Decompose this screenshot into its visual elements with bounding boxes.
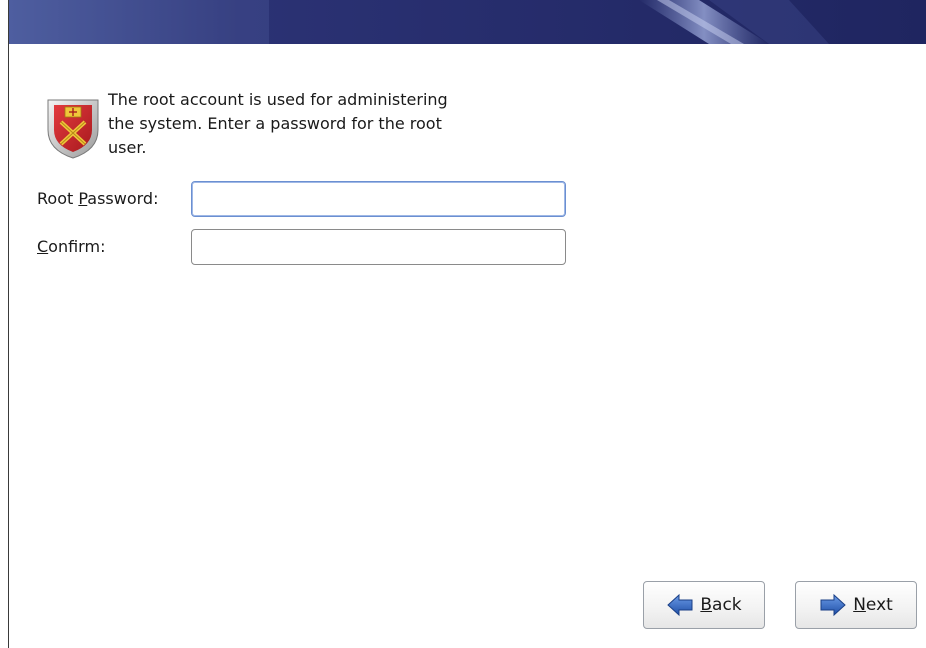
- installer-window: The root account is used for administeri…: [0, 0, 926, 648]
- back-button-rest: ack: [712, 595, 742, 615]
- right-arrow-icon: [820, 593, 846, 617]
- shield-icon: [47, 99, 99, 159]
- confirm-label-mnemonic: C: [37, 237, 49, 256]
- confirm-label: Confirm:: [37, 237, 105, 257]
- left-arrow-icon: [667, 593, 693, 617]
- back-button-mnemonic: B: [700, 595, 713, 615]
- back-button[interactable]: Back: [643, 581, 765, 629]
- window-left-edge: [0, 0, 9, 648]
- back-button-label: Back: [700, 595, 741, 615]
- banner-graphic: [9, 0, 926, 44]
- next-button[interactable]: Next: [795, 581, 917, 629]
- root-password-label-mnemonic: P: [78, 189, 88, 208]
- next-button-rest: ext: [865, 595, 893, 615]
- header-banner: [9, 0, 926, 44]
- confirm-password-input[interactable]: [191, 229, 566, 265]
- next-button-label: Next: [853, 595, 893, 615]
- next-button-mnemonic: N: [853, 595, 866, 615]
- root-password-label: Root Password:: [37, 189, 158, 209]
- root-password-input[interactable]: [191, 181, 566, 217]
- root-password-label-suffix: assword:: [87, 189, 159, 208]
- intro-description: The root account is used for administeri…: [108, 90, 448, 157]
- root-password-label-prefix: Root: [37, 189, 79, 208]
- confirm-label-suffix: onfirm:: [48, 237, 106, 256]
